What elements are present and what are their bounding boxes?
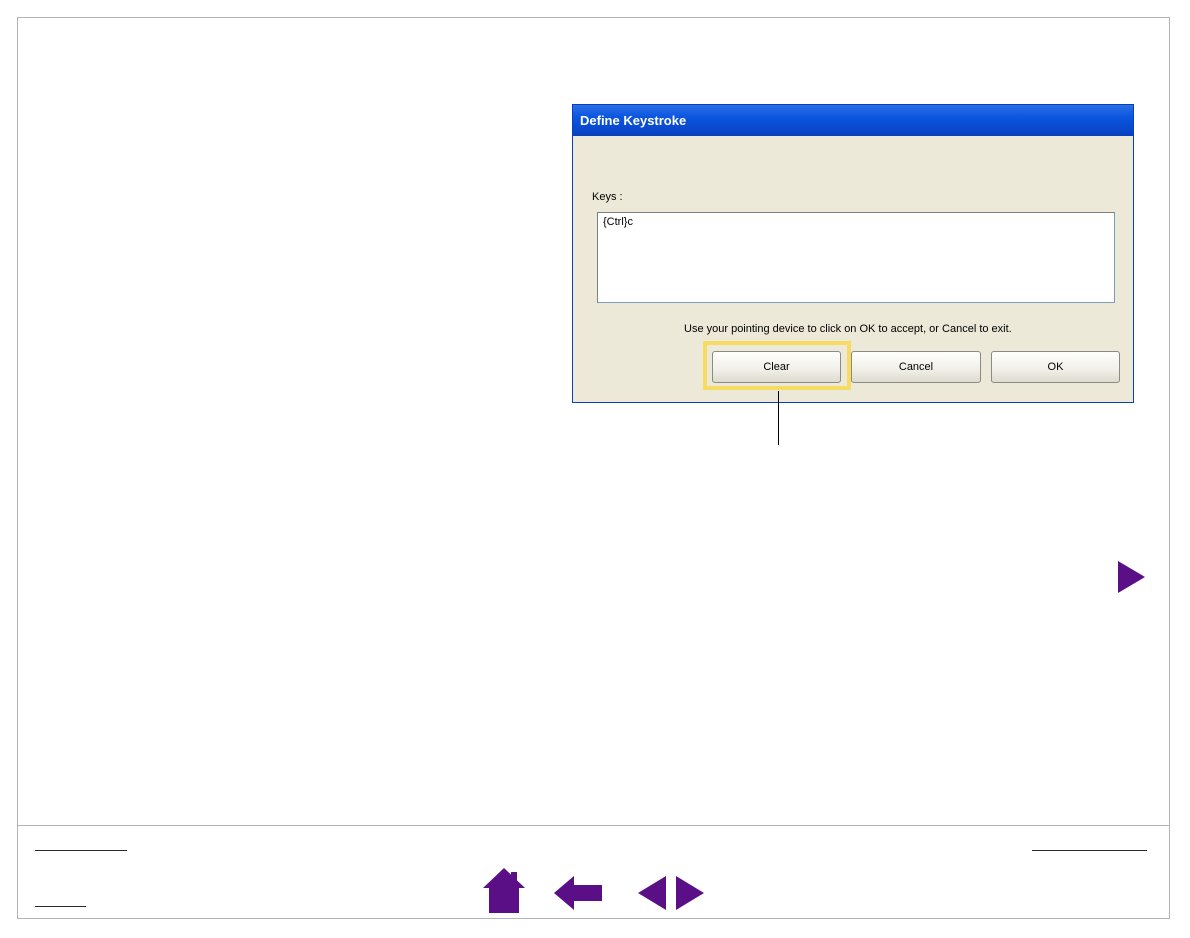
instruction-text: Use your pointing device to click on OK … bbox=[684, 323, 1012, 335]
back-arrow-icon[interactable] bbox=[554, 876, 603, 910]
cancel-button[interactable]: Cancel bbox=[851, 351, 981, 383]
triangle-right-icon[interactable] bbox=[1118, 561, 1145, 593]
next-page-icon[interactable] bbox=[676, 876, 704, 910]
footer-right-link[interactable] bbox=[1032, 850, 1147, 851]
clear-button[interactable]: Clear bbox=[712, 351, 841, 383]
contents-link[interactable] bbox=[35, 850, 127, 851]
ok-button[interactable]: OK bbox=[991, 351, 1120, 383]
keys-label: Keys : bbox=[592, 191, 623, 203]
home-icon[interactable] bbox=[481, 866, 527, 914]
callout-line bbox=[778, 391, 779, 445]
define-keystroke-dialog: Define Keystroke Keys : {Ctrl}c Use your… bbox=[572, 104, 1134, 403]
dialog-title: Define Keystroke bbox=[573, 105, 1133, 136]
keys-input[interactable]: {Ctrl}c bbox=[597, 212, 1115, 303]
index-link[interactable] bbox=[35, 906, 86, 907]
footer-divider bbox=[17, 825, 1170, 826]
prev-page-icon[interactable] bbox=[638, 876, 666, 910]
